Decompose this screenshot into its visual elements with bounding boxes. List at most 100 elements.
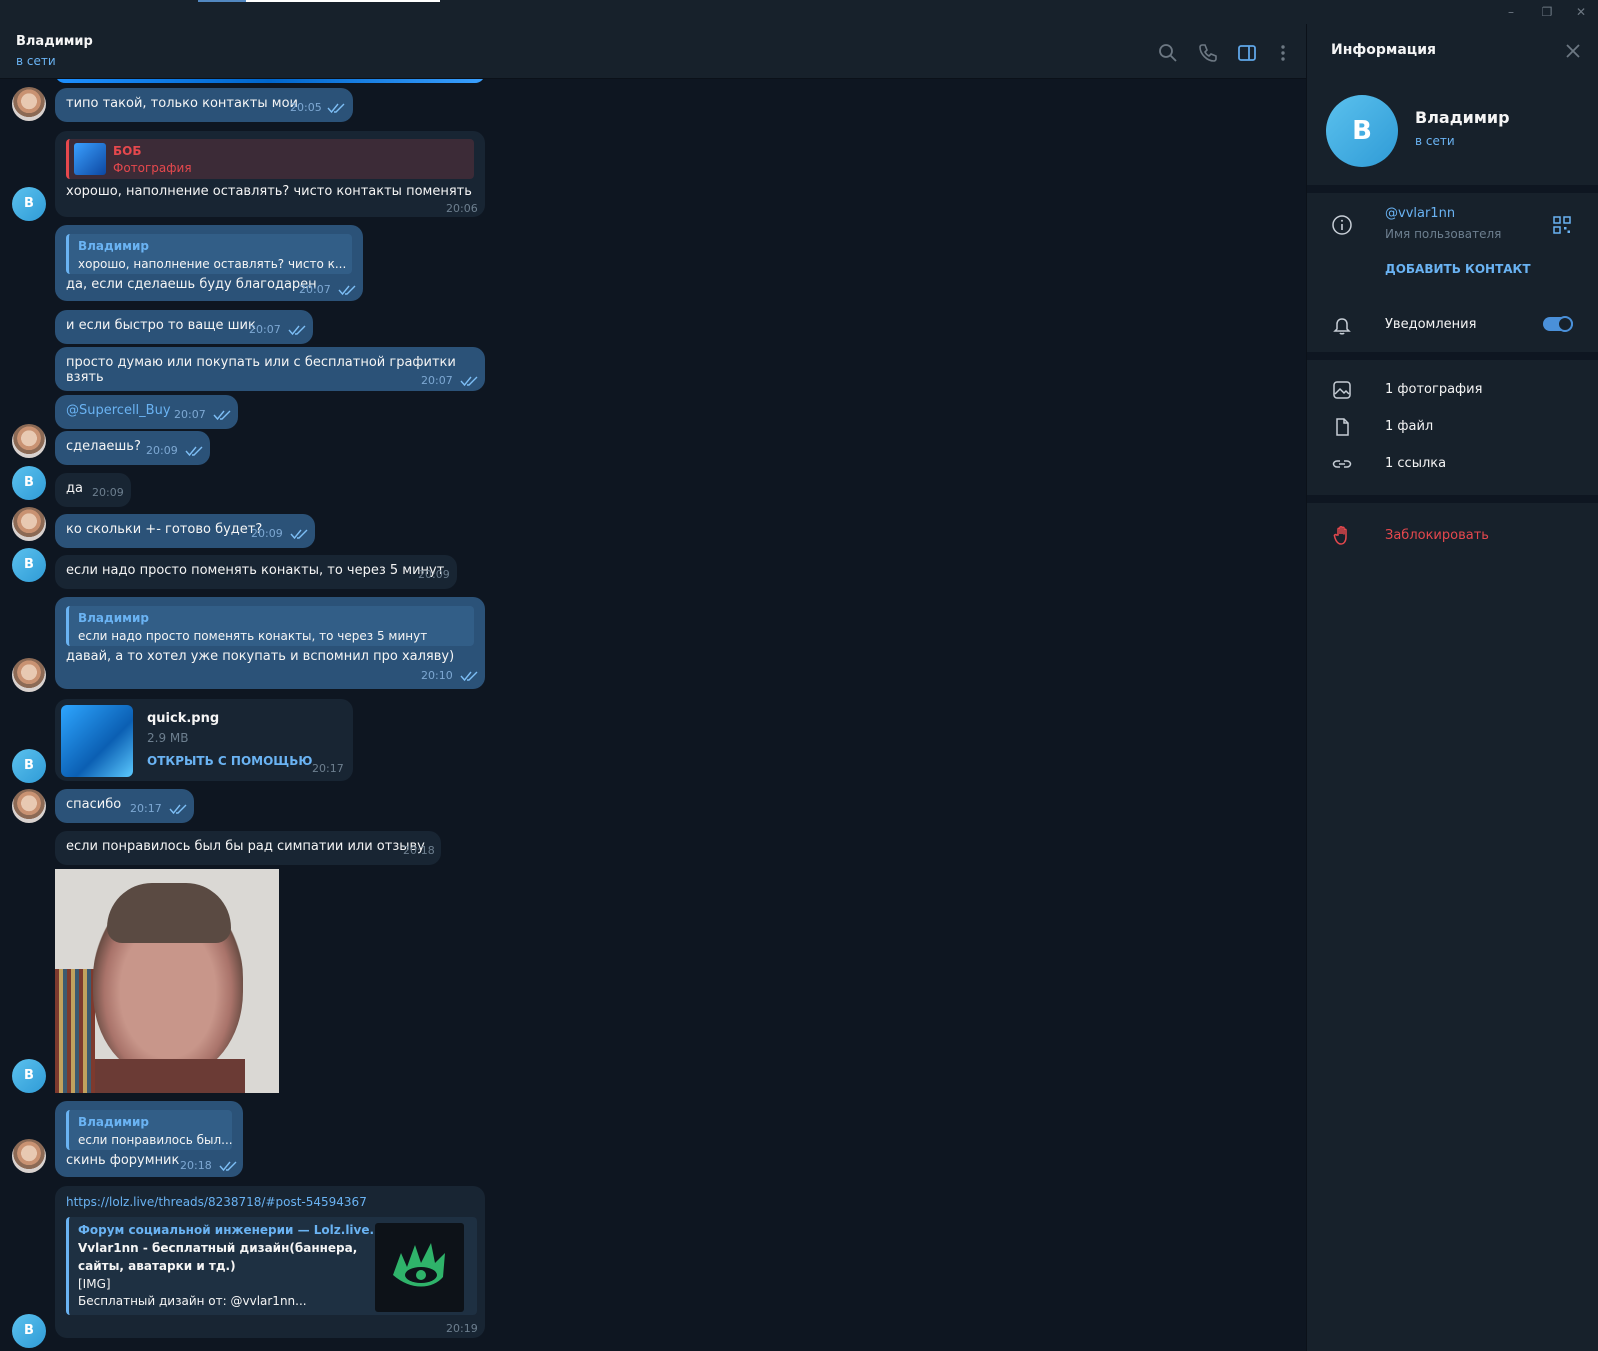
message-time: 20:17 [312, 762, 344, 775]
message-list[interactable]: типо такой, только контакты мои 20:05 В … [0, 79, 1306, 1351]
reply-text: Фотография [113, 161, 192, 175]
message-text: если надо просто поменять конакты, то че… [66, 563, 445, 578]
search-icon[interactable] [1157, 42, 1179, 64]
chat-header[interactable]: Владимир в сети [0, 24, 1306, 79]
reply-text: если надо просто поменять конакты, то че… [78, 629, 428, 643]
reply-thumbnail [74, 143, 106, 175]
close-icon[interactable] [1562, 40, 1584, 62]
shared-links-item[interactable]: 1 ссылка [1385, 456, 1446, 471]
message-time: 20:09 [251, 527, 283, 540]
file-thumbnail[interactable] [61, 705, 133, 777]
message-time: 20:09 [92, 486, 124, 499]
notifications-toggle[interactable] [1543, 316, 1573, 332]
close-window-button[interactable]: ✕ [1566, 3, 1596, 21]
message-bubble[interactable]: сделаешь? 20:09 [55, 431, 210, 465]
section-separator [1307, 352, 1598, 360]
maximize-button[interactable]: ❐ [1532, 3, 1562, 21]
message-time: 20:18 [403, 844, 435, 857]
message-bubble[interactable]: Владимир хорошо, наполнение оставлять? ч… [55, 225, 363, 301]
block-hand-icon [1333, 526, 1347, 545]
message-bubble[interactable]: Владимир если надо просто поменять конак… [55, 597, 485, 689]
file-size: 2.9 MB [147, 731, 189, 745]
photo-message[interactable] [55, 869, 279, 1093]
message-bubble[interactable]: Владимир если понравилось был... скинь ф… [55, 1101, 243, 1177]
message-text: давай, а то хотел уже покупать и вспомни… [66, 649, 455, 664]
message-text: ко скольки +- готово будет? [66, 522, 263, 537]
read-checkmarks-icon [460, 376, 478, 387]
read-checkmarks-icon [460, 671, 478, 682]
my-avatar[interactable] [12, 87, 46, 121]
reply-quote[interactable]: Владимир если надо просто поменять конак… [66, 606, 474, 646]
message-text: скинь форумник [66, 1153, 180, 1168]
preview-title-line-1: Vvlar1nn - бесплатный дизайн(баннера, [78, 1241, 358, 1255]
message-time: 20:09 [146, 444, 178, 457]
link-preview[interactable]: Форум социальной инженерии — Lolz.live..… [66, 1217, 477, 1315]
contact-avatar[interactable]: В [12, 548, 46, 582]
toggle-knob [1557, 316, 1573, 332]
message-bubble[interactable]: БОБ Фотография хорошо, наполнение оставл… [55, 131, 485, 217]
minimize-button[interactable]: – [1496, 3, 1526, 21]
cropped-image-preview[interactable] [55, 79, 485, 83]
message-url-link[interactable]: https://lolz.live/threads/8238718/#post-… [66, 1195, 367, 1209]
message-bubble[interactable]: да 20:09 [55, 473, 131, 507]
file-name: quick.png [147, 711, 220, 726]
shared-files-item[interactable]: 1 файл [1385, 419, 1433, 434]
message-bubble[interactable]: если понравилось был бы рад симпатии или… [55, 831, 441, 865]
reply-quote[interactable]: Владимир хорошо, наполнение оставлять? ч… [66, 234, 352, 274]
message-time: 20:07 [174, 408, 206, 421]
block-user-button[interactable]: Заблокировать [1385, 528, 1489, 543]
bell-icon [1333, 318, 1351, 335]
shared-photos-item[interactable]: 1 фотография [1385, 382, 1482, 397]
contact-avatar[interactable]: В [12, 187, 46, 221]
profile-avatar[interactable]: В [1326, 95, 1398, 167]
phone-icon[interactable] [1197, 42, 1219, 64]
message-text: спасибо [66, 797, 122, 812]
preview-title-line-2: сайты, аватарки и тд.) [78, 1259, 236, 1273]
read-checkmarks-icon [169, 804, 187, 815]
qr-code-icon[interactable] [1552, 215, 1572, 235]
message-time: 20:17 [130, 802, 162, 815]
message-bubble[interactable]: если надо просто поменять конакты, то че… [55, 555, 457, 589]
message-bubble[interactable]: типо такой, только контакты мои 20:05 [55, 88, 353, 122]
username-label: Имя пользователя [1385, 227, 1502, 241]
open-with-button[interactable]: ОТКРЫТЬ С ПОМОЩЬЮ [147, 754, 312, 768]
contact-avatar[interactable]: В [12, 1059, 46, 1093]
message-bubble[interactable]: спасибо 20:17 [55, 789, 194, 823]
my-avatar[interactable] [12, 789, 46, 823]
link-message[interactable]: https://lolz.live/threads/8238718/#post-… [55, 1186, 485, 1338]
message-text: и если быстро то ваще шик [66, 318, 256, 333]
tab-indicator [198, 0, 440, 2]
reply-author: Владимир [78, 1115, 149, 1129]
reply-text: если понравилось был... [78, 1133, 233, 1147]
my-avatar[interactable] [12, 658, 46, 692]
mention-link[interactable]: @Supercell_Buy [66, 403, 171, 418]
link-icon [1332, 460, 1352, 468]
message-text: да [66, 481, 83, 496]
reply-quote[interactable]: Владимир если понравилось был... [66, 1110, 233, 1150]
reply-text: хорошо, наполнение оставлять? чисто к... [78, 257, 347, 271]
contact-avatar[interactable]: В [12, 749, 46, 783]
message-bubble[interactable]: и если быстро то ваще шик 20:07 [55, 310, 313, 344]
read-checkmarks-icon [288, 325, 306, 336]
my-avatar[interactable] [12, 424, 46, 458]
message-bubble[interactable]: ко скольки +- готово будет? 20:09 [55, 514, 315, 548]
message-time: 20:07 [299, 283, 331, 296]
notifications-label: Уведомления [1385, 317, 1477, 332]
profile-name: Владимир [1415, 108, 1510, 127]
contact-avatar[interactable]: В [12, 466, 46, 500]
my-avatar[interactable] [12, 1139, 46, 1173]
message-bubble[interactable]: @Supercell_Buy 20:07 [55, 395, 238, 429]
add-contact-button[interactable]: ДОБАВИТЬ КОНТАКТ [1385, 262, 1531, 276]
preview-description-line-1: [IMG] [78, 1277, 111, 1291]
file-message[interactable]: quick.png 2.9 MB ОТКРЫТЬ С ПОМОЩЬЮ 20:17 [55, 699, 353, 781]
message-bubble[interactable]: просто думаю или покупать или с бесплатн… [55, 347, 485, 391]
message-text: если понравилось был бы рад симпатии или… [66, 839, 425, 854]
username-value[interactable]: @vvlar1nn [1385, 206, 1455, 221]
reply-quote[interactable]: БОБ Фотография [66, 139, 474, 179]
my-avatar[interactable] [12, 507, 46, 541]
more-menu-icon[interactable] [1272, 42, 1294, 64]
sidebar-toggle-icon[interactable] [1236, 42, 1258, 64]
reply-author: БОБ [113, 144, 142, 158]
contact-avatar[interactable]: В [12, 1314, 46, 1348]
message-text: сделаешь? [66, 439, 141, 454]
